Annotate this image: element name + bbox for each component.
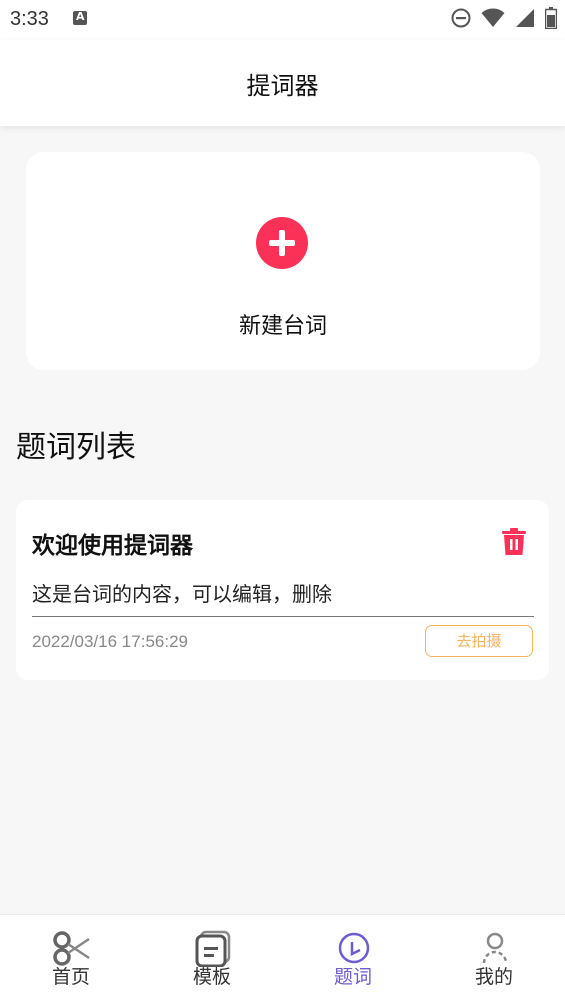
go-shoot-button[interactable]: 去拍摄	[425, 625, 533, 657]
cellular-icon	[516, 9, 534, 27]
list-title: 题词列表	[16, 430, 136, 465]
tab-prompter[interactable]: 题词	[303, 915, 403, 1004]
new-script-label: 新建台词	[238, 314, 327, 339]
script-content: 这是台词的内容，可以编辑，删除	[32, 582, 332, 606]
script-date: 2022/03/16 17:56:29	[32, 632, 188, 651]
status-icons	[451, 7, 557, 29]
wifi-icon	[481, 8, 505, 27]
page-title: 提词器	[246, 72, 319, 100]
tab-label: 我的	[474, 966, 513, 988]
tab-label: 题词	[333, 966, 372, 988]
tab-bar: 首页 模板 题词 我的	[0, 914, 565, 1004]
list-item[interactable]: 欢迎使用提词器 这是台词的内容，可以编辑，删除 2022/03/16 17:56…	[16, 500, 549, 680]
screen: 3:33 提词器 新建台词 题词列表 欢迎使用提词	[0, 0, 565, 1004]
app-header: 提词器	[0, 40, 565, 126]
tab-label: 模板	[192, 966, 231, 988]
delete-icon[interactable]	[501, 528, 527, 556]
script-title: 欢迎使用提词器	[32, 533, 193, 559]
tab-profile[interactable]: 我的	[444, 915, 544, 1004]
divider	[32, 616, 534, 617]
new-script-card[interactable]: 新建台词	[26, 152, 540, 370]
status-time: 3:33	[10, 8, 49, 30]
tab-home[interactable]: 首页	[21, 915, 121, 1004]
status-bar: 3:33	[0, 0, 565, 40]
tab-templates[interactable]: 模板	[162, 915, 262, 1004]
add-icon[interactable]	[256, 217, 308, 269]
tab-label: 首页	[51, 966, 90, 988]
do-not-disturb-icon	[451, 8, 471, 28]
battery-icon	[545, 7, 557, 29]
notification-icon	[73, 10, 87, 25]
